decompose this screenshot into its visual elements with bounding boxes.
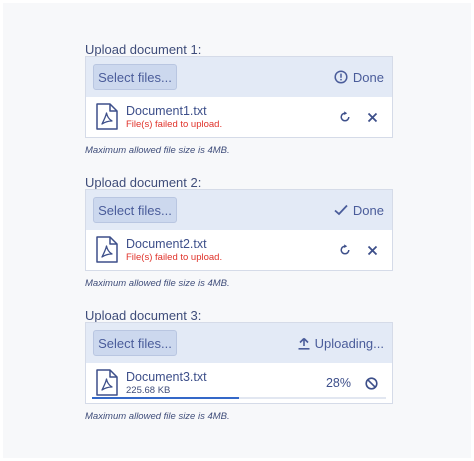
file-name: Document2.txt	[126, 237, 207, 251]
alert-circle-icon	[334, 70, 348, 84]
page: Upload document 1: Select files... Done …	[3, 3, 471, 458]
file-error-message: File(s) failed to upload.	[126, 252, 223, 263]
check-icon	[334, 204, 348, 216]
close-icon[interactable]	[367, 112, 378, 123]
file-name: Document1.txt	[126, 104, 207, 118]
retry-icon[interactable]	[339, 111, 351, 123]
status-text: Done	[352, 202, 384, 218]
section-label: Upload document 3:	[85, 308, 202, 323]
pdf-file-icon	[96, 103, 118, 135]
upload-status: Done	[334, 57, 384, 97]
uploader: Select files... Uploading... Document3.t…	[85, 322, 393, 404]
select-files-button[interactable]: Select files...	[93, 330, 177, 356]
file-size-hint: Maximum allowed file size is 4MB.	[85, 278, 230, 289]
upload-progress-bar	[92, 397, 386, 399]
file-actions	[339, 230, 378, 270]
file-error-message: File(s) failed to upload.	[126, 119, 223, 130]
section-label: Upload document 2:	[85, 175, 202, 190]
status-text: Uploading...	[314, 335, 384, 351]
select-files-button[interactable]: Select files...	[93, 64, 177, 90]
uploader: Select files... Done Document1.txt File(…	[85, 56, 393, 138]
status-text: Done	[352, 69, 384, 85]
upload-status: Done	[334, 190, 384, 230]
file-size: 225.68 KB	[126, 385, 171, 396]
upload-progress-fill	[92, 397, 239, 399]
file-row: Document1.txt File(s) failed to upload.	[86, 97, 392, 137]
file-row: Document2.txt File(s) failed to upload.	[86, 230, 392, 270]
file-name: Document3.txt	[126, 370, 207, 384]
uploader-toolbar: Select files... Done	[86, 57, 392, 97]
select-files-button[interactable]: Select files...	[93, 197, 177, 223]
pdf-file-icon	[96, 236, 118, 268]
file-actions	[339, 97, 378, 137]
close-icon[interactable]	[367, 245, 378, 256]
upload-status: Uploading...	[298, 323, 384, 363]
retry-icon[interactable]	[339, 244, 351, 256]
uploader-toolbar: Select files... Done	[86, 190, 392, 230]
section-label: Upload document 1:	[85, 42, 202, 57]
file-size-hint: Maximum allowed file size is 4MB.	[85, 411, 230, 422]
file-row: Document3.txt 225.68 KB 28%	[86, 363, 392, 403]
uploader: Select files... Done Document2.txt File(…	[85, 189, 393, 271]
upload-icon	[298, 337, 310, 350]
cancel-icon[interactable]	[365, 376, 378, 390]
upload-progress-percent: 28%	[325, 376, 351, 390]
file-size-hint: Maximum allowed file size is 4MB.	[85, 145, 230, 156]
uploader-toolbar: Select files... Uploading...	[86, 323, 392, 363]
